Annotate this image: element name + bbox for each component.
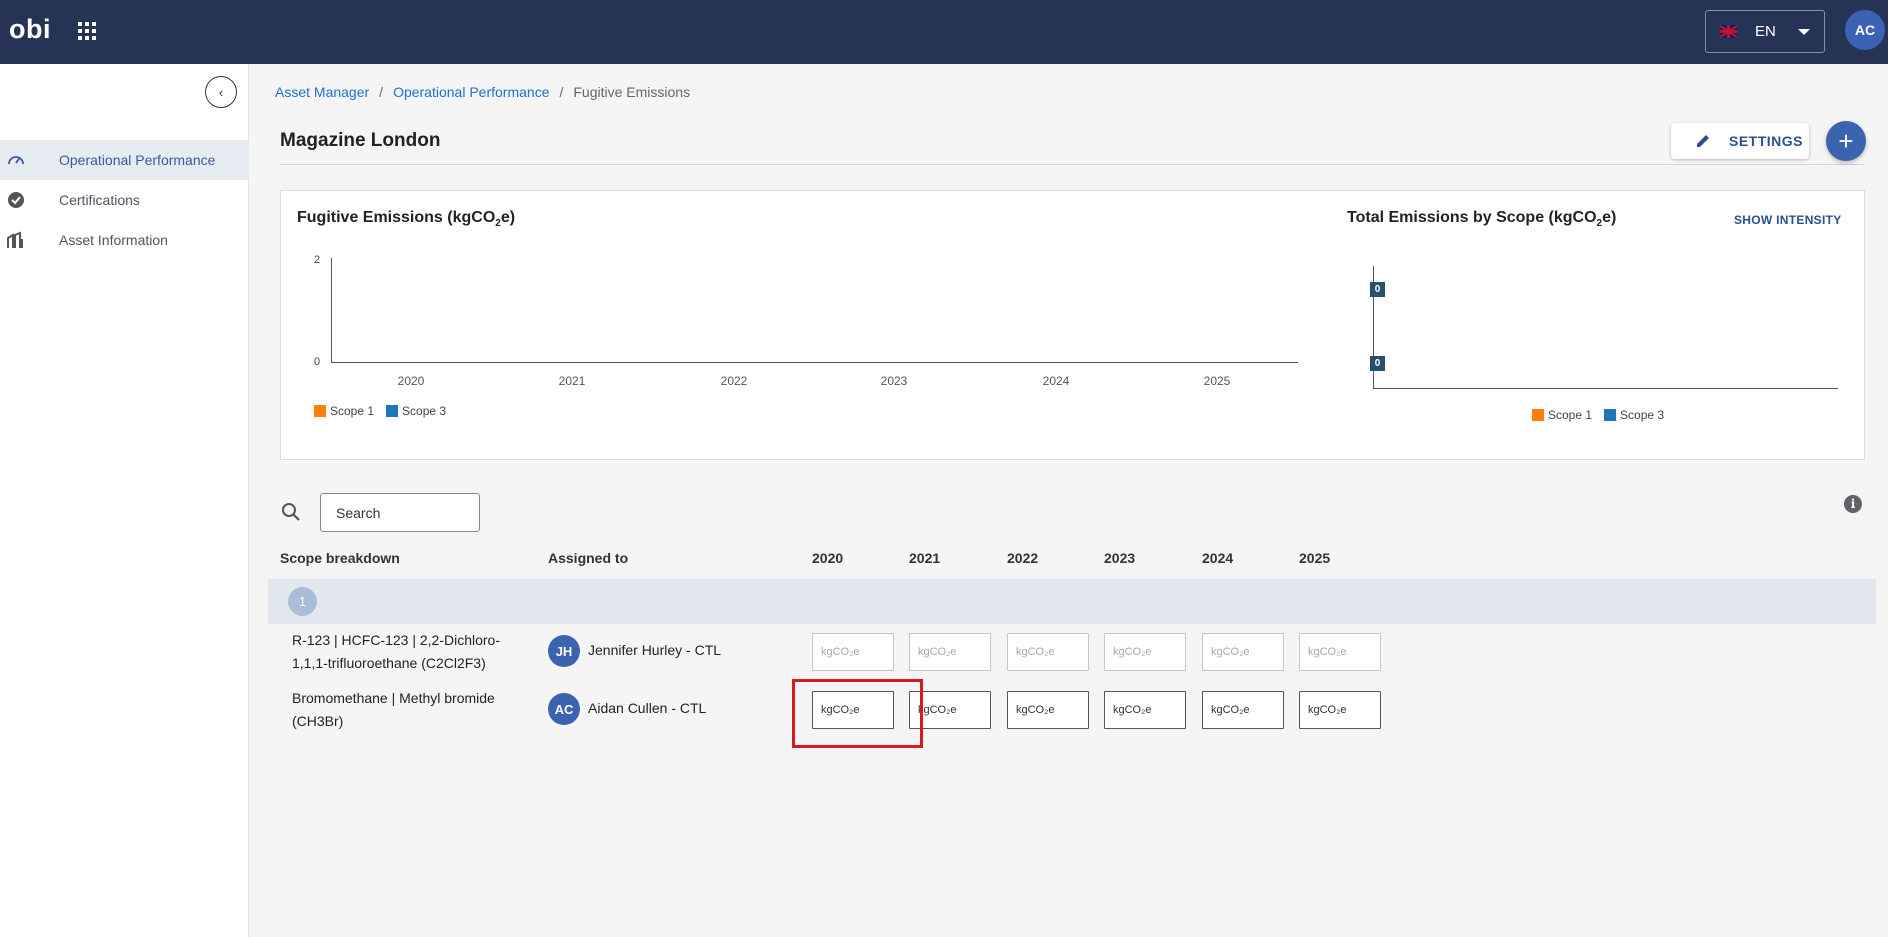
legend-item-scope-3[interactable]: Scope 3 <box>1604 408 1664 422</box>
divider <box>280 164 1864 165</box>
sidebar-item-operational-performance[interactable]: Operational Performance <box>0 140 249 180</box>
chevron-left-icon: ‹ <box>218 84 224 100</box>
scope-1-swatch <box>1532 409 1544 421</box>
avatar: JH <box>548 635 580 667</box>
emission-input-2021 <box>909 633 991 671</box>
assignee-name: Jennifer Hurley - CTL <box>588 642 722 658</box>
building-icon <box>7 231 25 249</box>
chart-legend: Scope 1 Scope 3 <box>1532 408 1664 422</box>
scope-group-badge: 1 <box>288 587 317 616</box>
breadcrumb-separator: / <box>559 84 564 100</box>
column-header-assigned: Assigned to <box>548 550 629 566</box>
fugitive-emissions-chart-title: Fugitive Emissions (kgCO2e) <box>297 209 516 230</box>
sidebar-item-asset-information[interactable]: Asset Information <box>0 220 249 260</box>
column-header-year: 2023 <box>1104 550 1136 566</box>
data-label: 0 <box>1370 282 1385 297</box>
info-icon[interactable]: i <box>1844 495 1862 513</box>
table-row-name: R-123 | HCFC-123 | 2,2-Dichloro-1,1,1-tr… <box>292 632 501 671</box>
show-intensity-button[interactable]: SHOW INTENSITY <box>1734 213 1842 227</box>
chevron-down-icon <box>1797 28 1810 35</box>
x-tick-label: 2025 <box>1203 374 1231 388</box>
emission-input-2025[interactable] <box>1299 691 1381 729</box>
sidebar: ‹ Operational Performance Certifications… <box>0 64 249 937</box>
gauge-icon <box>7 151 25 169</box>
emission-input-2024 <box>1202 633 1284 671</box>
total-emissions-chart-title: Total Emissions by Scope (kgCO2e) <box>1347 209 1617 230</box>
column-header-year: 2025 <box>1299 550 1331 566</box>
pencil-icon <box>1695 133 1711 149</box>
legend-item-scope-1[interactable]: Scope 1 <box>314 404 374 418</box>
column-header-year: 2021 <box>909 550 941 566</box>
uk-flag-icon <box>1720 25 1737 38</box>
sidebar-item-certifications[interactable]: Certifications <box>0 180 249 220</box>
avatar: AC <box>548 693 580 725</box>
breadcrumb-operational-performance[interactable]: Operational Performance <box>393 84 549 100</box>
apps-grid-icon[interactable] <box>78 22 96 40</box>
column-header-scope: Scope breakdown <box>280 550 400 566</box>
badge-check-icon <box>7 191 25 209</box>
legend-item-scope-3[interactable]: Scope 3 <box>386 404 446 418</box>
data-label: 0 <box>1370 356 1385 371</box>
search-icon[interactable] <box>281 502 301 527</box>
breadcrumb: Asset Manager / Operational Performance … <box>275 84 690 100</box>
breadcrumb-separator: / <box>379 84 384 100</box>
column-header-year: 2022 <box>1007 550 1039 566</box>
collapse-sidebar-button[interactable]: ‹ <box>205 76 237 108</box>
scope-3-swatch <box>1604 409 1617 421</box>
highlight-box <box>792 679 923 748</box>
column-header-year: 2024 <box>1202 550 1234 566</box>
emission-input-2023 <box>1104 633 1186 671</box>
y-tick-label: 0 <box>314 356 321 368</box>
emission-input-2022[interactable] <box>1007 691 1089 729</box>
x-tick-label: 2024 <box>1042 374 1070 388</box>
page-title: Magazine London <box>280 130 441 151</box>
emission-input-2023[interactable] <box>1104 691 1186 729</box>
breadcrumb-current: Fugitive Emissions <box>573 84 691 100</box>
y-axis <box>331 258 332 363</box>
x-tick-label: 2021 <box>558 374 586 388</box>
x-axis <box>331 362 1298 363</box>
x-tick-label: 2022 <box>720 374 748 388</box>
assignee-name: Aidan Cullen - CTL <box>588 700 707 716</box>
x-axis <box>1373 388 1838 389</box>
x-tick-label: 2020 <box>397 374 425 388</box>
breadcrumb-asset-manager[interactable]: Asset Manager <box>275 84 369 100</box>
scope-group-row <box>268 579 1876 624</box>
emission-input-2022 <box>1007 633 1089 671</box>
x-tick-label: 2023 <box>880 374 908 388</box>
sidebar-item-label: Certifications <box>59 192 140 208</box>
sidebar-item-label: Asset Information <box>59 232 168 248</box>
add-button[interactable]: + <box>1826 121 1866 161</box>
column-header-year: 2020 <box>812 550 844 566</box>
emission-input-2024[interactable] <box>1202 691 1284 729</box>
scope-3-swatch <box>386 405 399 417</box>
obi-logo[interactable]: obi <box>9 14 51 45</box>
search-input[interactable] <box>320 493 480 532</box>
emission-input-2020 <box>812 633 894 671</box>
settings-button[interactable]: SETTINGS <box>1671 123 1809 159</box>
top-bar: obi EN AC <box>0 0 1888 64</box>
y-tick-label: 2 <box>314 254 321 266</box>
legend-item-scope-1[interactable]: Scope 1 <box>1532 408 1592 422</box>
table-row-name: Bromomethane | Methyl bromide (CH3Br) <box>292 690 495 729</box>
settings-label: SETTINGS <box>1729 133 1804 149</box>
language-selector[interactable]: EN <box>1705 10 1825 53</box>
scope-1-swatch <box>314 405 326 417</box>
language-code: EN <box>1755 23 1776 40</box>
chart-legend: Scope 1 Scope 3 <box>314 404 446 418</box>
user-avatar[interactable]: AC <box>1845 10 1885 50</box>
sidebar-item-label: Operational Performance <box>59 152 216 168</box>
emission-input-2025 <box>1299 633 1381 671</box>
